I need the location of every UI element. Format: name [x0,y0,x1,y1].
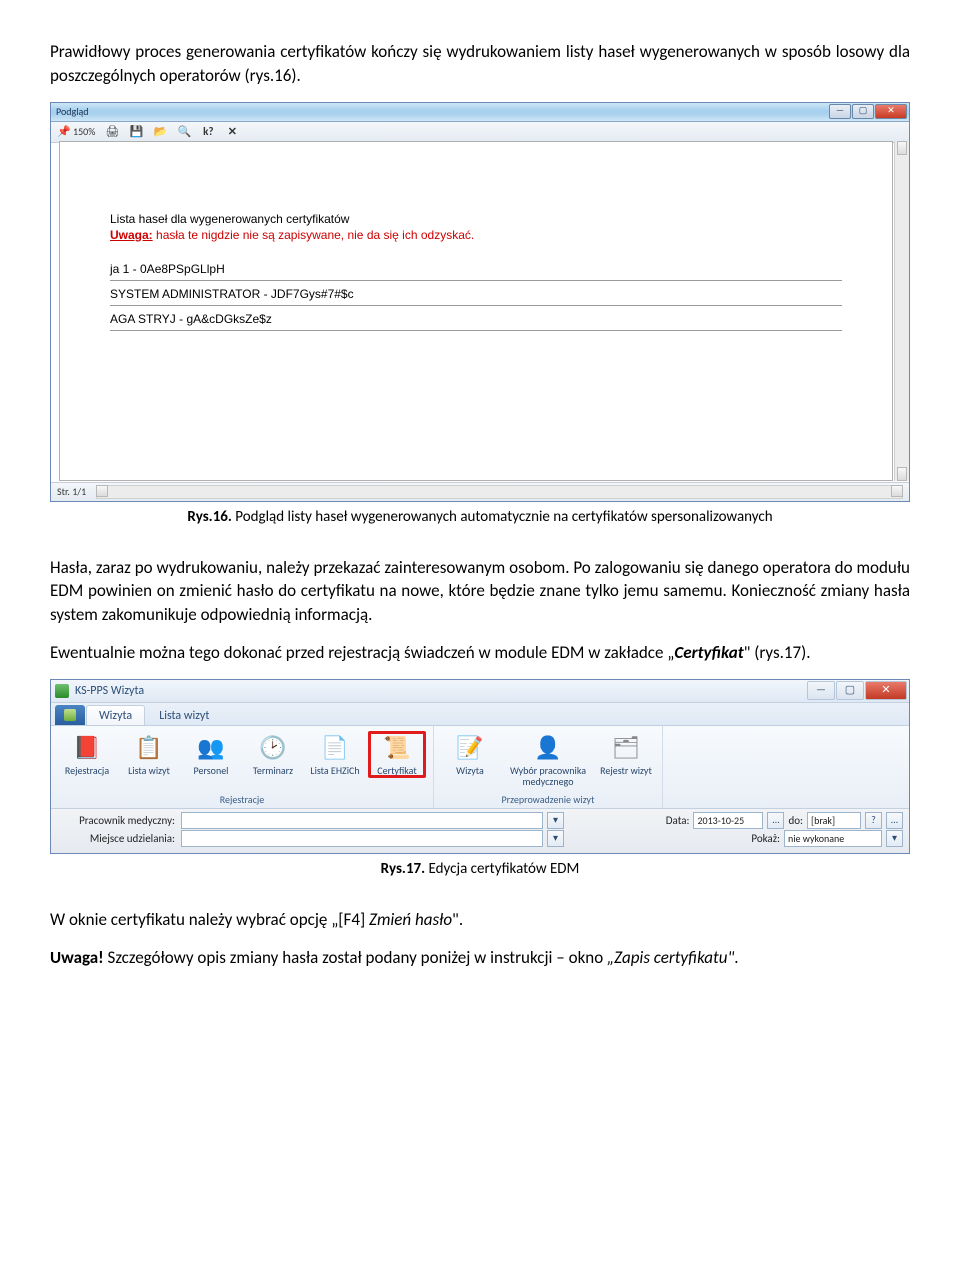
zoom-level: 150% [73,125,95,138]
more-button[interactable]: … [886,812,903,829]
help-button[interactable]: ? [865,812,882,829]
filter-form: Pracownik medyczny: ▾ Data: 2013-10-25 …… [51,809,909,853]
password-row: SYSTEM ADMINISTRATOR - JDF7Gys#7#$c [110,281,842,306]
label-do: do: [788,814,803,827]
preview-statusbar: Str. 1/1 [51,482,909,501]
end-paragraph-1: W oknie certyfikatu należy wybrać opcję … [50,908,910,932]
maximize-button[interactable]: ▢ [852,104,874,119]
ribbon: 📕 Rejestracja 📋 Lista wizyt 👥 Personel 🕑… [51,726,909,809]
select-pokaz[interactable]: nie wykonane [784,830,882,847]
btn-terminarz[interactable]: 🕑 Terminarz [243,730,303,779]
end-paragraph-2: Uwaga! Szczegółowy opis zmiany hasła zos… [50,946,910,970]
pin-icon[interactable]: 📌 [57,125,71,139]
exit-icon[interactable]: ✕ [225,125,239,139]
find-icon[interactable]: 🔍 [177,125,191,139]
doc-heading: Lista haseł dla wygenerowanych certyfika… [110,212,842,226]
preview-titlebar: Podgląd — ▢ ✕ [51,103,909,122]
doc-warning: Uwaga: hasła te nigdzie nie są zapisywan… [110,228,842,242]
ribbon-group-przeprowadzenie: 📝 Wizyta 👤 Wybór pracownika medycznego 🗂… [434,726,663,808]
tab-lista-wizyt[interactable]: Lista wizyt [146,705,222,725]
save-icon[interactable]: 💾 [129,125,143,139]
certificate-icon: 📜 [381,733,413,763]
date-picker-button[interactable]: … [767,812,784,829]
clock-icon: 🕑 [257,733,289,763]
maximize-button[interactable]: ▢ [836,681,864,700]
label-miejsce: Miejsce udzielania: [57,832,177,845]
preview-document: Lista haseł dla wygenerowanych certyfika… [59,141,893,481]
label-pracownik: Pracownik medyczny: [57,814,177,827]
password-row: ja 1 - 0Ae8PSpGLlpH [110,256,842,281]
visit-icon: 📝 [454,733,486,763]
btn-wizyta[interactable]: 📝 Wizyta [440,730,500,779]
figure17-caption: Rys.17. Edycja certyfikatów EDM [50,860,910,878]
btn-rejestr-wizyt[interactable]: 🗂 Rejestr wizyt [596,730,656,779]
dropdown-button[interactable]: ▾ [886,830,903,847]
minimize-button[interactable]: — [829,104,851,119]
list-icon: 📋 [133,733,165,763]
label-data: Data: [666,814,690,827]
input-miejsce[interactable] [181,830,543,847]
password-row: AGA STRYJ - gA&cDGksZe$z [110,306,842,331]
ribbon-tabstrip: Wizyta Lista wizyt [51,703,909,726]
btn-certyfikat[interactable]: 📜 Certyfikat [367,730,427,779]
open-icon[interactable]: 📂 [153,125,167,139]
input-data-od[interactable]: 2013-10-25 [693,812,763,829]
btn-personel[interactable]: 👥 Personel [181,730,241,779]
preview-window-title: Podgląd [56,105,89,118]
page-indicator: Str. 1/1 [57,485,86,498]
register-icon: 🗂 [610,733,642,763]
btn-rejestracja[interactable]: 📕 Rejestracja [57,730,117,779]
help-icon[interactable]: k? [201,125,215,139]
tab-wizyta[interactable]: Wizyta [86,705,145,725]
file-tab-icon [64,709,76,721]
clear-pracownik-button[interactable]: ▾ [547,812,564,829]
intro-paragraph: Prawidłowy proces generowania certyfikat… [50,40,910,88]
close-button[interactable]: ✕ [875,104,907,119]
kspps-titlebar: KS-PPS Wizyta — ▢ ✕ [51,680,909,703]
book-icon: 📕 [71,733,103,763]
mid-paragraph-1: Hasła, zaraz po wydrukowaniu, należy prz… [50,556,910,627]
close-button[interactable]: ✕ [865,681,907,700]
figure16-caption: Rys.16. Podgląd listy haseł wygenerowany… [50,508,910,526]
minimize-button[interactable]: — [807,681,835,700]
ribbon-group-label: Rejestracje [57,791,427,806]
preview-toolbar: 📌 150% 🖨 💾 📂 🔍 k? ✕ [51,122,909,143]
btn-wybor-pracownika[interactable]: 👤 Wybór pracownika medycznego [502,730,594,790]
print-icon[interactable]: 🖨 [105,125,119,139]
horizontal-scrollbar[interactable] [96,485,903,499]
ribbon-group-rejestracje: 📕 Rejestracja 📋 Lista wizyt 👥 Personel 🕑… [51,726,434,808]
kspps-window: KS-PPS Wizyta — ▢ ✕ Wizyta Lista wizyt 📕… [50,679,910,854]
file-tab[interactable] [55,705,85,725]
vertical-scrollbar[interactable] [894,141,909,481]
people-icon: 👥 [195,733,227,763]
app-icon [55,684,69,698]
label-pokaz: Pokaż: [751,832,780,845]
document-icon: 📄 [319,733,351,763]
select-person-icon: 👤 [532,733,564,763]
btn-lista-wizyt[interactable]: 📋 Lista wizyt [119,730,179,779]
mid-paragraph-2: Ewentualnie można tego dokonać przed rej… [50,641,910,665]
preview-window: Podgląd — ▢ ✕ 📌 150% 🖨 💾 📂 🔍 k? ✕ Lista … [50,102,910,502]
app-title: KS-PPS Wizyta [75,684,144,698]
btn-lista-ehzich[interactable]: 📄 Lista EHZiCh [305,730,365,779]
input-data-do[interactable]: [brak] [807,812,861,829]
input-pracownik[interactable] [181,812,543,829]
ribbon-group-label: Przeprowadzenie wizyt [440,791,656,806]
clear-miejsce-button[interactable]: ▾ [547,830,564,847]
